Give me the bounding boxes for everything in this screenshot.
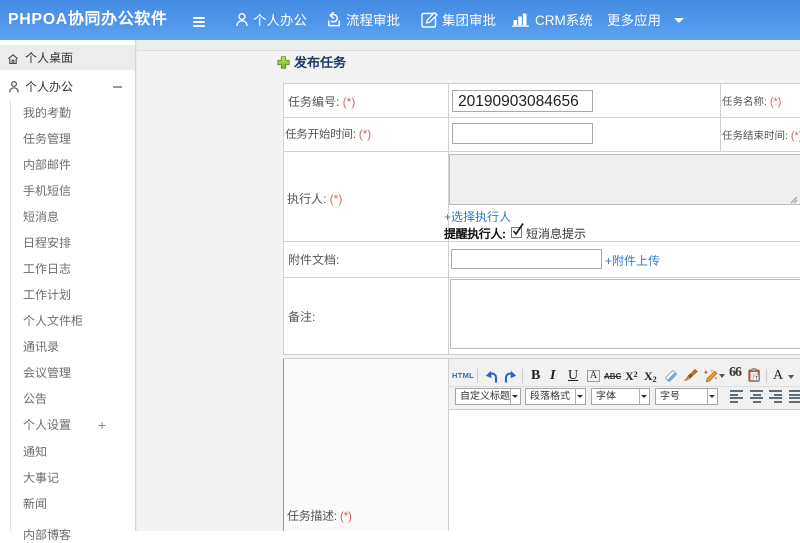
svg-text:T: T: [755, 376, 759, 382]
